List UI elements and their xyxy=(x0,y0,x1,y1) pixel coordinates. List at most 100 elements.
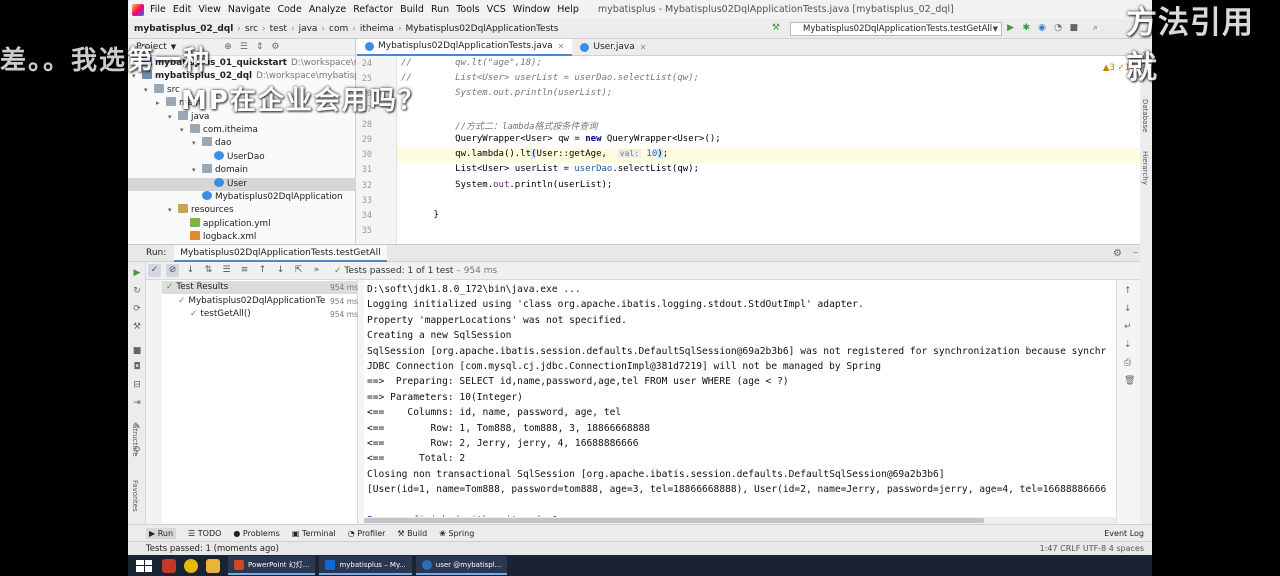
menu-view[interactable]: View xyxy=(198,4,221,15)
breadcrumb-module[interactable]: mybatisplus_02_dql xyxy=(134,24,233,34)
expand-all-icon[interactable]: ☰ xyxy=(220,264,233,277)
test-result-item[interactable]: ✓ Test Results 954 ms xyxy=(162,281,358,294)
menu-code[interactable]: Code xyxy=(277,4,301,15)
menu-navigate[interactable]: Navigate xyxy=(228,4,271,15)
chevron-icon[interactable]: ▾ xyxy=(180,124,190,137)
code-line[interactable]: // qw.lt("age",18); xyxy=(401,58,542,68)
project-tree-item[interactable]: application.yml xyxy=(128,217,356,231)
previous-icon[interactable]: ↑ xyxy=(256,264,269,277)
project-tree-item[interactable]: User xyxy=(128,177,356,191)
console-horizontal-scrollbar[interactable] xyxy=(364,517,1116,524)
stop-icon[interactable]: ■ xyxy=(132,346,142,356)
gear-icon[interactable]: ⚙ xyxy=(271,42,279,52)
database-tab[interactable]: Database xyxy=(1141,99,1149,132)
tab-todo[interactable]: ☰ TODO xyxy=(188,529,221,538)
sort-alpha-icon[interactable]: ↓ xyxy=(184,264,197,277)
export-icon[interactable]: ⇱ xyxy=(292,264,305,277)
menu-run[interactable]: Run xyxy=(431,4,449,15)
breadcrumb-com[interactable]: com xyxy=(329,24,348,34)
code-line[interactable]: QueryWrapper<User> qw = new QueryWrapper… xyxy=(401,134,721,144)
favorites-tab[interactable]: Favorites xyxy=(131,480,139,512)
project-tree-item[interactable]: ▾ domain xyxy=(128,164,356,177)
project-tree-item[interactable]: Mybatisplus02DqlApplication xyxy=(128,191,356,204)
debug-icon[interactable]: ✱ xyxy=(1022,23,1030,33)
project-tree-item[interactable]: UserDao xyxy=(128,150,356,164)
menu-build[interactable]: Build xyxy=(400,4,424,15)
chevron-icon[interactable]: ▾ xyxy=(192,164,202,177)
expand-all-icon[interactable]: ⇕ xyxy=(256,42,264,52)
rerun-failed-icon[interactable]: ↻ xyxy=(132,286,142,296)
run-tab[interactable]: Mybatisplus02DqlApplicationTests.testGet… xyxy=(174,244,387,262)
close-icon[interactable]: ✕ xyxy=(558,38,565,55)
breadcrumb-java[interactable]: java xyxy=(299,24,318,34)
tab-user-java[interactable]: User.java ✕ xyxy=(572,39,654,56)
sort-duration-icon[interactable]: ⇅ xyxy=(202,264,215,277)
tab-tests-java[interactable]: Mybatisplus02DqlApplicationTests.java ✕ xyxy=(357,38,573,56)
minimize-icon[interactable]: – xyxy=(1133,247,1138,258)
menu-edit[interactable]: Edit xyxy=(173,4,191,15)
chevron-icon[interactable]: ▾ xyxy=(144,84,154,97)
tab-profiler[interactable]: ◔ Profiler xyxy=(348,529,386,538)
breadcrumb-itheima[interactable]: itheima xyxy=(360,24,394,34)
tab-spring[interactable]: ❀ Spring xyxy=(439,529,474,538)
code-line[interactable]: List<User> userList = userDao.selectList… xyxy=(401,164,699,174)
app-icon[interactable] xyxy=(162,558,176,573)
hammer-icon[interactable]: ⚒ xyxy=(772,23,780,33)
status-right-info[interactable]: 1:47 CRLF UTF-8 4 spaces xyxy=(1040,544,1144,553)
up-arrow-icon[interactable]: ↑ xyxy=(1124,286,1132,296)
exit-icon[interactable]: ⇥ xyxy=(132,398,142,408)
print-icon[interactable]: ⎙ xyxy=(1124,358,1131,368)
coverage-icon[interactable]: ◉ xyxy=(1038,23,1046,33)
layout-icon[interactable]: ⊟ xyxy=(132,380,142,390)
hierarchy-tab[interactable]: Hierarchy xyxy=(1141,151,1149,185)
run-configuration-select[interactable]: Mybatisplus02DqlApplicationTests.testGet… xyxy=(790,22,1002,36)
project-tree-item[interactable]: ▾ com.itheima xyxy=(128,124,356,137)
tab-terminal[interactable]: ▣ Terminal xyxy=(292,529,336,538)
menu-file[interactable]: File xyxy=(150,4,166,15)
chevron-icon[interactable]: ▸ xyxy=(156,97,166,110)
windows-start-icon[interactable] xyxy=(136,559,152,572)
tab-run[interactable]: ▶ Run xyxy=(146,527,177,539)
menu-vcs[interactable]: VCS xyxy=(487,4,506,15)
next-icon[interactable]: ↓ xyxy=(274,264,287,277)
menu-window[interactable]: Window xyxy=(513,4,550,15)
scroll-thumb[interactable] xyxy=(364,518,984,523)
target-icon[interactable]: ⊕ xyxy=(224,42,232,52)
show-passed-icon[interactable]: ✓ xyxy=(148,264,161,277)
taskbar-powerpoint[interactable]: PowerPoint 幻灯... xyxy=(228,556,316,575)
show-ignored-icon[interactable]: ⊘ xyxy=(166,264,179,277)
search-icon[interactable]: ⌕ xyxy=(1093,23,1098,33)
rerun-icon[interactable]: ▶ xyxy=(132,268,142,278)
chevron-icon[interactable]: ▾ xyxy=(192,137,202,150)
scroll-to-end-icon[interactable]: ⇣ xyxy=(1124,340,1132,350)
tab-problems[interactable]: ● Problems xyxy=(233,529,279,538)
code-line[interactable]: } xyxy=(401,210,439,220)
menu-refactor[interactable]: Refactor xyxy=(353,4,393,15)
camera-icon[interactable]: ◘ xyxy=(132,362,142,372)
more-icon[interactable]: » xyxy=(310,264,323,277)
code-line[interactable]: qw.lambda().lt(User::getAge, val: 10); xyxy=(401,149,668,160)
profile-icon[interactable]: ◔ xyxy=(1054,23,1062,33)
project-tree-item[interactable]: ▾ dao xyxy=(128,137,356,150)
menu-help[interactable]: Help xyxy=(557,4,579,15)
collapse-all-icon[interactable]: ≡ xyxy=(238,264,251,277)
wrench-icon[interactable]: ⚒ xyxy=(132,322,142,332)
trash-icon[interactable]: 🗑 xyxy=(1124,376,1135,386)
breadcrumb-test[interactable]: test xyxy=(270,24,287,34)
console-output[interactable]: D:\soft\jdk1.8.0_172\bin\java.exe ... Log… xyxy=(364,280,1116,524)
close-icon[interactable]: ✕ xyxy=(640,39,647,56)
menu-analyze[interactable]: Analyze xyxy=(309,4,346,15)
run-icon[interactable]: ▶ xyxy=(1007,23,1014,33)
taskbar-intellij[interactable]: mybatisplus – My... xyxy=(319,556,412,575)
breadcrumb-src[interactable]: src xyxy=(245,24,258,34)
project-tree-item[interactable]: logback.xml xyxy=(128,231,356,244)
menu-tools[interactable]: Tools xyxy=(456,4,479,15)
structure-tab[interactable]: Structure xyxy=(131,424,139,457)
tab-build[interactable]: ⚒ Build xyxy=(397,529,427,538)
test-result-item[interactable]: ✓ testGetAll() 954 ms xyxy=(162,308,358,321)
code-line[interactable]: // List<User> userList = userDao.selectL… xyxy=(401,73,699,83)
event-log-tab[interactable]: Event Log xyxy=(1104,529,1144,538)
folder-icon[interactable] xyxy=(206,558,220,573)
chrome-icon[interactable] xyxy=(184,558,198,573)
collapse-all-icon[interactable]: ☰ xyxy=(240,42,248,52)
